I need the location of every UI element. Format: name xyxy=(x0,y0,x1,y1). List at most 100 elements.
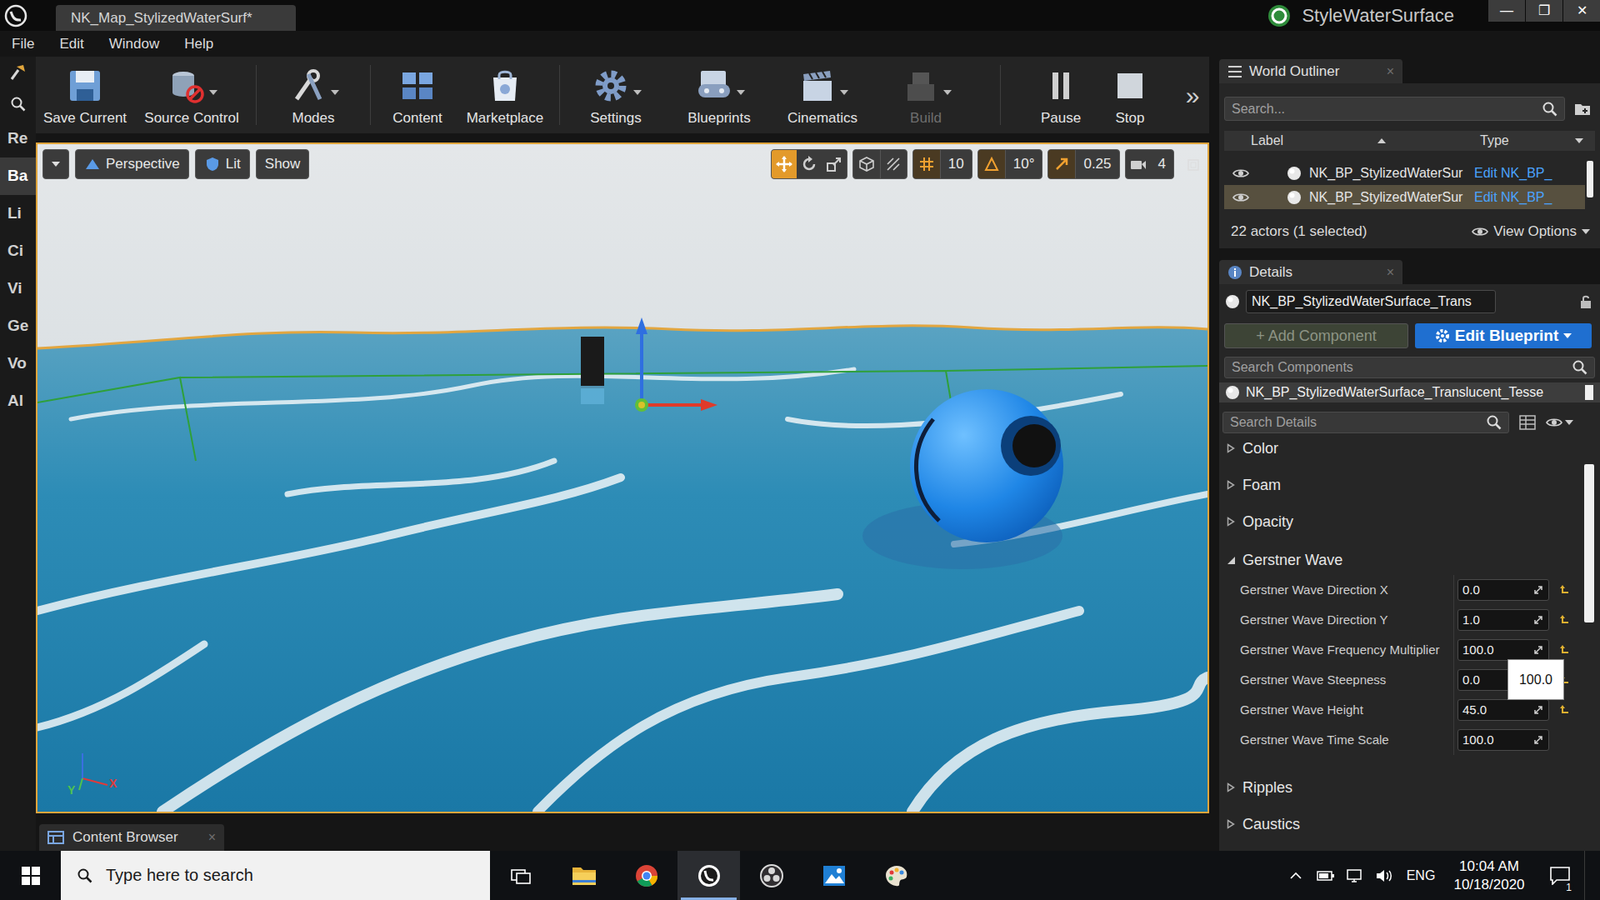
surface-snapping-button[interactable] xyxy=(853,150,880,179)
details-view-options-button[interactable] xyxy=(1545,411,1574,434)
rotation-snap-value[interactable]: 10° xyxy=(1005,150,1043,179)
maximize-button[interactable]: ❐ xyxy=(1525,0,1563,22)
edit-blueprint-link[interactable]: Edit NK_BP_ xyxy=(1474,163,1552,184)
toolbar-button[interactable]: Blueprints xyxy=(665,56,774,134)
view-options-button[interactable]: View Options xyxy=(1471,220,1590,243)
mode-tab[interactable]: Ba xyxy=(0,157,36,195)
component-search[interactable] xyxy=(1224,356,1595,379)
property-value-field[interactable]: 100.0 xyxy=(1457,729,1550,751)
component-search-input[interactable] xyxy=(1225,357,1573,378)
property-value-field[interactable]: 0.0 xyxy=(1457,579,1550,601)
toolbar-button[interactable]: Content xyxy=(377,56,458,134)
toolbar-button[interactable]: Source Control xyxy=(134,56,250,134)
paint-taskbar-button[interactable] xyxy=(865,850,928,900)
property-value-field[interactable]: 1.0 xyxy=(1457,609,1550,631)
notifications-button[interactable]: 1 xyxy=(1535,850,1585,900)
outliner-scrollbar[interactable] xyxy=(1585,160,1595,210)
mode-tab[interactable]: Re xyxy=(0,120,36,158)
component-row[interactable]: NK_BP_StylizedWaterSurface_Translucent_T… xyxy=(1219,382,1600,403)
toolbar-button[interactable]: Save Current xyxy=(35,56,135,134)
details-tab[interactable]: Details× xyxy=(1219,260,1403,285)
taskbar-search-input[interactable] xyxy=(105,850,475,900)
rotate-tool-button[interactable] xyxy=(796,150,822,179)
explorer-taskbar-button[interactable] xyxy=(552,850,615,900)
outliner-search[interactable] xyxy=(1224,96,1565,121)
toolbar-overflow-button[interactable]: » xyxy=(1175,56,1210,134)
document-tab[interactable]: NK_Map_StylizedWaterSurf* xyxy=(55,5,296,31)
category-header[interactable]: Caustics xyxy=(1219,810,1600,848)
translate-tool-button[interactable] xyxy=(771,150,797,179)
rotation-snap-toggle[interactable] xyxy=(978,150,1005,179)
type-column-header[interactable]: Type xyxy=(1480,130,1595,151)
category-header[interactable]: Gerstner Wave xyxy=(1219,545,1600,575)
outliner-search-input[interactable] xyxy=(1225,97,1543,120)
close-tab-button[interactable]: × xyxy=(1386,262,1395,283)
category-header[interactable]: Color xyxy=(1219,435,1600,472)
menu-item[interactable]: Window xyxy=(109,33,160,55)
category-header[interactable]: Foam xyxy=(1219,471,1600,509)
outliner-row[interactable]: NK_BP_StylizedWaterSurEdit NK_BP_ xyxy=(1224,160,1585,185)
camera-speed-value[interactable]: 4 xyxy=(1150,150,1174,179)
toolbar-button[interactable]: Pause xyxy=(1020,56,1101,134)
toolbar-button[interactable]: Modes xyxy=(263,56,364,134)
menu-item[interactable]: File xyxy=(11,33,35,55)
mode-tab[interactable]: Al xyxy=(0,382,36,420)
details-search[interactable] xyxy=(1222,411,1510,434)
outliner-tab[interactable]: World Outliner× xyxy=(1219,59,1403,84)
actor-name-field[interactable]: NK_BP_StylizedWaterSurface_Trans xyxy=(1245,290,1496,314)
toolbar-button[interactable]: Marketplace xyxy=(457,56,553,134)
task-view-taskbar-button[interactable] xyxy=(490,850,553,900)
property-value-field[interactable]: 45.0 xyxy=(1457,699,1550,721)
clock[interactable]: 10:04 AM10/18/2020 xyxy=(1442,850,1536,900)
scale-snap-toggle[interactable] xyxy=(1048,150,1075,179)
close-button[interactable]: ✕ xyxy=(1562,0,1600,22)
details-scrollbar-thumb[interactable] xyxy=(1584,464,1595,623)
toolbar-button[interactable]: Settings xyxy=(566,56,665,134)
lit-button[interactable]: Lit xyxy=(195,149,250,180)
menu-item[interactable]: Edit xyxy=(59,33,84,55)
mode-tab[interactable]: Vi xyxy=(0,270,36,308)
property-value-field[interactable]: 100.0 xyxy=(1457,639,1550,661)
world-local-button[interactable] xyxy=(880,150,907,179)
grid-snap-value[interactable]: 10 xyxy=(940,150,972,179)
scale-tool-button[interactable] xyxy=(821,150,847,179)
outliner-row[interactable]: NK_BP_StylizedWaterSurEdit NK_BP_ xyxy=(1224,185,1585,210)
category-header[interactable]: Ripples xyxy=(1219,774,1600,811)
new-folder-button[interactable] xyxy=(1570,96,1595,121)
edit-blueprint-button[interactable]: Edit Blueprint xyxy=(1415,323,1592,349)
mode-tab[interactable]: Vo xyxy=(0,345,36,383)
component-scrollbar-thumb[interactable] xyxy=(1585,385,1594,400)
start-button[interactable] xyxy=(0,850,61,900)
minimize-button[interactable]: — xyxy=(1487,0,1525,22)
chrome-taskbar-button[interactable] xyxy=(615,850,678,900)
menu-item[interactable]: Help xyxy=(184,33,214,55)
taskbar-search[interactable] xyxy=(60,850,490,900)
scale-snap-value[interactable]: 0.25 xyxy=(1075,150,1119,179)
mode-tab[interactable]: Ge xyxy=(0,307,36,345)
close-tab-button[interactable]: × xyxy=(1386,61,1395,82)
close-tab-button[interactable]: × xyxy=(208,827,216,848)
show-button[interactable]: Show xyxy=(255,149,310,180)
unreal-taskbar-button[interactable] xyxy=(677,850,740,900)
perspective-button[interactable]: Perspective xyxy=(75,149,190,180)
viewport-options-button[interactable] xyxy=(42,149,70,180)
grid-snap-toggle[interactable] xyxy=(913,150,940,179)
details-search-input[interactable] xyxy=(1223,412,1487,433)
property-matrix-button[interactable] xyxy=(1515,411,1540,434)
toolbar-button[interactable]: Cinematics xyxy=(773,56,872,134)
show-desktop-button[interactable] xyxy=(1584,850,1600,900)
scrollbar-thumb[interactable] xyxy=(1586,160,1594,198)
category-header[interactable]: Opacity xyxy=(1219,508,1600,545)
level-viewport[interactable]: PerspectiveLitShow1010°0.254XY xyxy=(35,142,1210,814)
maximize-viewport-button[interactable] xyxy=(1185,157,1201,173)
input-language[interactable]: ENG xyxy=(1399,850,1443,900)
toolbar-button[interactable]: Stop xyxy=(1100,56,1160,134)
clock-time: 10:04 AM xyxy=(1459,857,1520,876)
label-column-header[interactable]: Label xyxy=(1250,130,1480,151)
mode-tab[interactable]: Ci xyxy=(0,232,36,270)
content-browser-tab[interactable]: Content Browser× xyxy=(39,824,225,851)
mode-tab[interactable]: Li xyxy=(0,195,36,233)
photos-taskbar-button[interactable] xyxy=(802,850,865,900)
obs-taskbar-button[interactable] xyxy=(740,850,803,900)
edit-blueprint-link[interactable]: Edit NK_BP_ xyxy=(1474,187,1552,208)
